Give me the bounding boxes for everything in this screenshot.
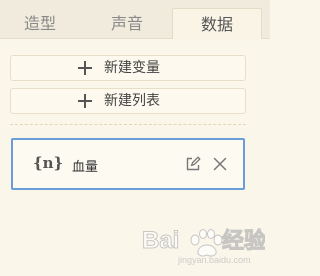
variable-item[interactable]: {n} 血量 [11,138,245,190]
plus-icon [77,93,93,109]
svg-text:经验: 经验 [222,228,265,253]
tab-sounds[interactable]: 声音 [82,8,172,38]
tab-bar: 造型 声音 数据 [0,0,270,40]
baidu-paw-icon [190,229,223,257]
close-icon[interactable] [212,156,228,172]
variable-type-icon: {n} [33,154,64,172]
new-variable-label: 新建变量 [104,60,160,76]
plus-icon [77,60,93,76]
watermark-url: jingyan.baidu.com [177,255,251,265]
svg-text:Bai: Bai [142,227,179,254]
tab-data[interactable]: 数据 [172,8,262,40]
variable-name: 血量 [72,160,99,175]
tab-costumes[interactable]: 造型 [0,8,80,38]
new-list-button[interactable]: 新建列表 [10,88,246,114]
new-list-label: 新建列表 [104,93,160,109]
new-variable-button[interactable]: 新建变量 [10,55,246,81]
divider [10,124,246,125]
baidu-watermark: Bai 经验 jingyan.baidu.com [140,218,267,268]
edit-icon[interactable] [185,156,201,172]
